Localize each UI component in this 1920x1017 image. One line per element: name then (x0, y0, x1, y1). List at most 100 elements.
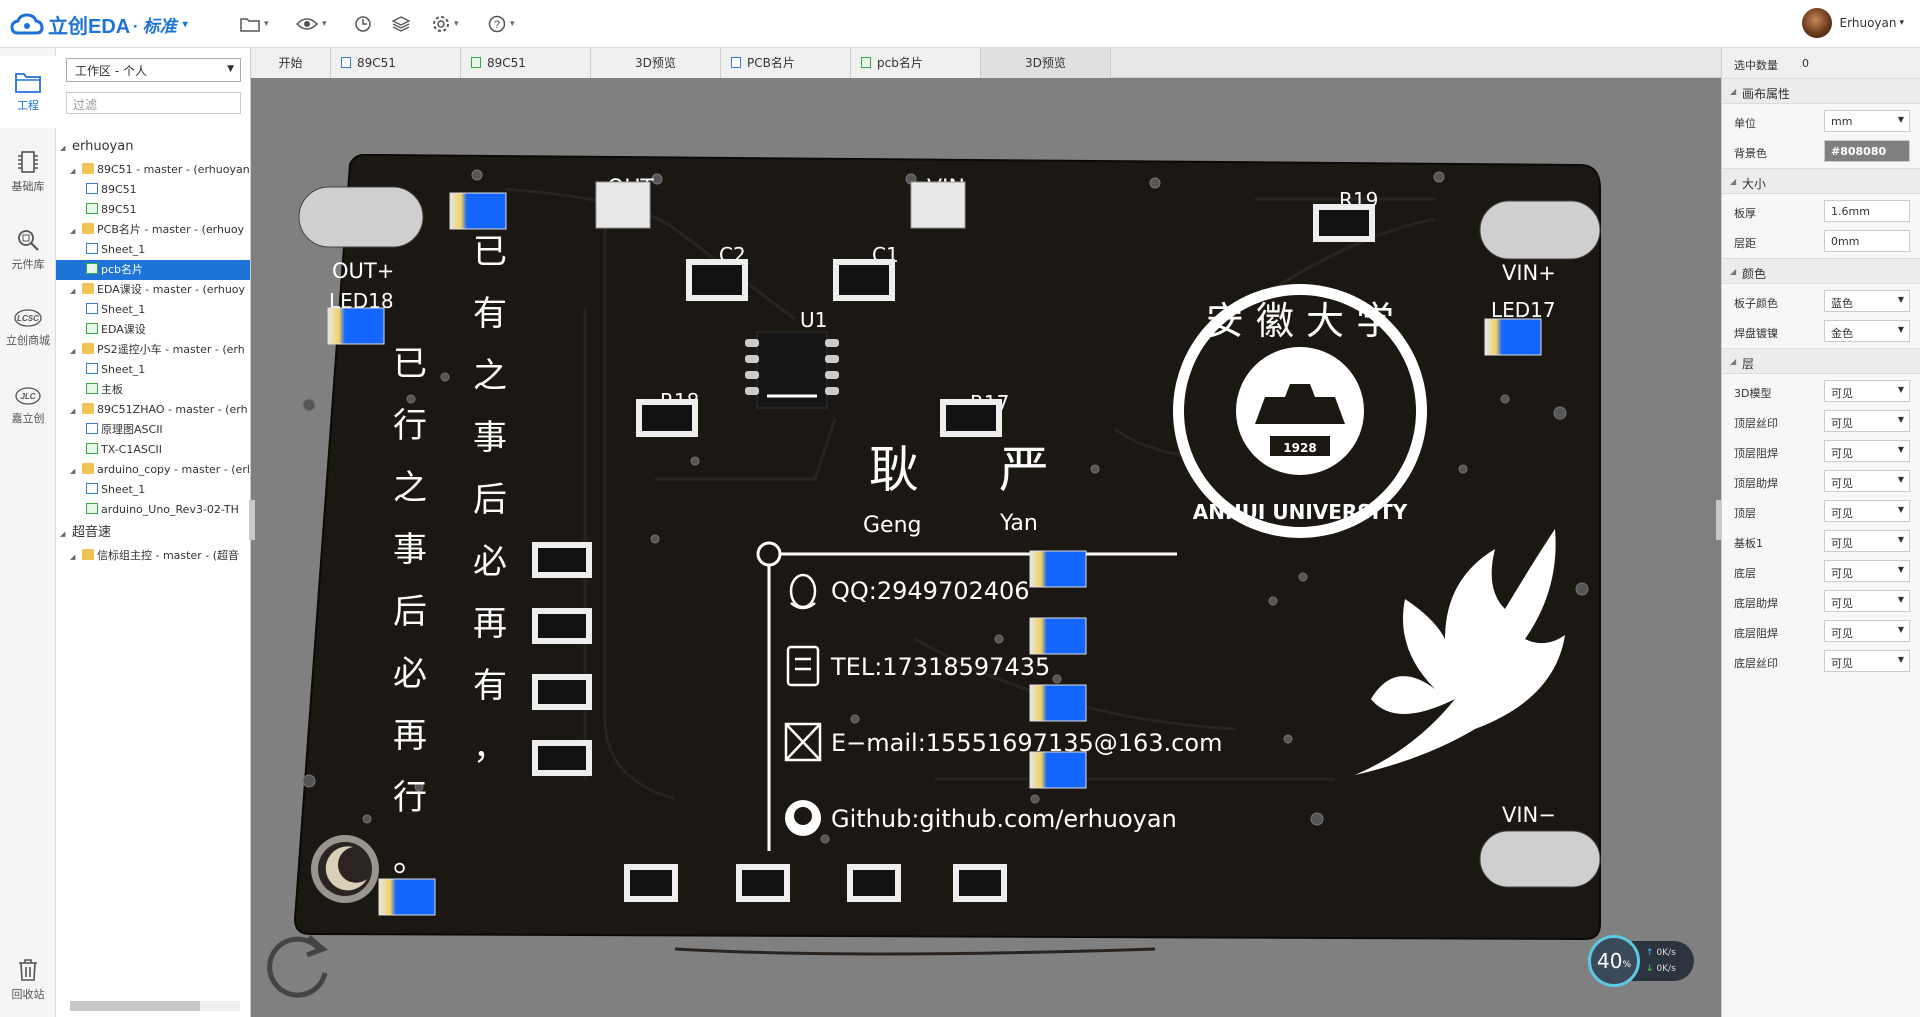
bg-color-swatch[interactable]: #808080 (1824, 140, 1910, 162)
tab-label: 89C51 (357, 56, 396, 70)
nav-component-lib[interactable]: 元件库 (0, 214, 56, 286)
collapse-triangle-icon[interactable]: ◢ (70, 341, 82, 360)
view-menu-button[interactable]: ▾ (296, 12, 327, 36)
board-color-label: 板子颜色 (1734, 297, 1778, 310)
tab-3[interactable]: 3D预览 (591, 48, 721, 78)
layers-header[interactable]: ◢ 层 (1722, 348, 1920, 374)
tree-item-label: EDA课设 - master - (erhuoy (97, 283, 246, 296)
folder-icon (82, 549, 94, 560)
tab-6[interactable]: 3D预览 (981, 48, 1111, 78)
tree-project-item[interactable]: ◢ PCB名片 - master - (erhuoy (56, 220, 250, 240)
nav-recycle-bin[interactable]: 回收站 (0, 944, 56, 1016)
tree-doc-item[interactable]: arduino_Uno_Rev3-02-TH (56, 500, 250, 520)
label-vin-plus: VIN+ (1502, 261, 1556, 285)
tab-4[interactable]: PCB名片 (721, 48, 851, 78)
rotate-icon (267, 935, 328, 998)
reset-view-button[interactable] (263, 927, 335, 1002)
collapse-triangle-icon[interactable]: ◢ (70, 161, 82, 180)
label-out-plus: OUT+ (332, 259, 394, 283)
selected-count-row: 选中数量 0 (1722, 48, 1920, 78)
settings-menu-button[interactable]: ▾ (432, 12, 459, 36)
pcb-icon (86, 383, 98, 394)
email-text: E−mail:15551697135@163.com (831, 729, 1222, 757)
tree-scrollbar[interactable] (70, 1001, 240, 1011)
tab-label: pcb名片 (877, 56, 923, 70)
tree-doc-item[interactable]: EDA课设 (56, 320, 250, 340)
tree-project-item[interactable]: ◢ 89C51 - master - (erhuoyan (56, 160, 250, 180)
unit-select[interactable]: mm ▼ (1824, 110, 1910, 132)
layer-visibility-select[interactable]: 可见 ▼ (1824, 500, 1910, 522)
tree-project-item[interactable]: ◢ 89C51ZHAO - master - (erh (56, 400, 250, 420)
tree-root-item[interactable]: ◢ erhuoyan (56, 134, 250, 160)
color-header[interactable]: ◢ 颜色 (1722, 258, 1920, 284)
user-menu[interactable]: Erhuoyan ▾ (1801, 8, 1904, 38)
layer-visibility-select[interactable]: 可见 ▼ (1824, 620, 1910, 642)
3d-preview-canvas[interactable]: OUT VIN OUT+ VIN+ VIN− LED18 LED17 C2 C1… (255, 79, 1717, 1017)
layer-row: 底层丝印 可见 ▼ (1722, 646, 1920, 676)
workspace-select[interactable]: 工作区 - 个人 ▼ (66, 58, 241, 82)
tree-doc-item[interactable]: Sheet_1 (56, 480, 250, 500)
eye-icon (296, 18, 318, 30)
system-monitor-widget[interactable]: ↑ 0K/s ↓ 0K/s 40% (1588, 935, 1708, 987)
tree-doc-item[interactable]: 主板 (56, 380, 250, 400)
spacing-input[interactable]: 0mm (1824, 230, 1910, 252)
tree-doc-item[interactable]: 89C51 (56, 200, 250, 220)
tree-item-label: 原理图ASCII (101, 423, 163, 436)
vin-pad (910, 181, 966, 229)
collapse-triangle-icon[interactable]: ◢ (60, 521, 72, 546)
tree-doc-item[interactable]: TX-C1ASCII (56, 440, 250, 460)
tree-doc-item[interactable]: Sheet_1 (56, 240, 250, 260)
tree-item-label: Sheet_1 (101, 363, 146, 376)
thickness-input[interactable]: 1.6mm (1824, 200, 1910, 222)
layer-visibility-select[interactable]: 可见 ▼ (1824, 380, 1910, 402)
tree-project-item[interactable]: ◢ PS2遥控小车 - master - (erh (56, 340, 250, 360)
tree-project-item[interactable]: ◢ arduino_copy - master - (erl (56, 460, 250, 480)
tree-doc-item[interactable]: 89C51 (56, 180, 250, 200)
board-color-select[interactable]: 蓝色 ▼ (1824, 290, 1910, 312)
collapse-triangle-icon[interactable]: ◢ (70, 221, 82, 240)
layer-visibility-select[interactable]: 可见 ▼ (1824, 410, 1910, 432)
nav-project[interactable]: 工程 (0, 56, 56, 128)
tree-root-item[interactable]: ◢ 超音速 (56, 520, 250, 546)
size-header[interactable]: ◢ 大小 (1722, 168, 1920, 194)
nav-lcsc-mall[interactable]: LCSC 立创商城 (0, 292, 56, 364)
app-logo[interactable]: 立创EDA · 标准 ▾ (10, 10, 188, 39)
layer-visibility-select[interactable]: 可见 ▼ (1824, 560, 1910, 582)
canvas-props-header[interactable]: ◢ 画布属性 (1722, 78, 1920, 104)
help-menu-button[interactable]: ? ▾ (488, 12, 515, 36)
layer-visibility-select[interactable]: 可见 ▼ (1824, 530, 1910, 552)
layer-visibility-select[interactable]: 可见 ▼ (1824, 470, 1910, 492)
tree-doc-item[interactable]: pcb名片 (56, 260, 250, 280)
chevron-down-icon[interactable]: ▾ (183, 19, 188, 30)
tree-project-item[interactable]: ◢ EDA课设 - master - (erhuoy (56, 280, 250, 300)
file-menu-button[interactable]: ▾ (240, 12, 269, 36)
tab-2[interactable]: 89C51 (461, 48, 591, 78)
nav-basic-lib[interactable]: 基础库 (0, 136, 56, 208)
collapse-triangle-icon[interactable]: ◢ (70, 547, 82, 566)
layer-visibility-select[interactable]: 可见 ▼ (1824, 440, 1910, 462)
nav-jlc[interactable]: JLC 嘉立创 (0, 370, 56, 442)
pad-plating-select[interactable]: 金色 ▼ (1824, 320, 1910, 342)
tree-doc-item[interactable]: Sheet_1 (56, 360, 250, 380)
layer-visibility-select[interactable]: 可见 ▼ (1824, 650, 1910, 672)
collapse-triangle-icon[interactable]: ◢ (70, 281, 82, 300)
trash-icon (19, 959, 37, 981)
c1-cap (833, 259, 895, 301)
tab-1[interactable]: 89C51 (331, 48, 461, 78)
collapse-triangle-icon[interactable]: ◢ (70, 461, 82, 480)
tree-doc-item[interactable]: 原理图ASCII (56, 420, 250, 440)
layer-label: 顶层阻焊 (1734, 447, 1778, 460)
filter-input[interactable]: 过滤 (66, 92, 241, 114)
chevron-down-icon: ▼ (1897, 385, 1904, 394)
tree-project-item[interactable]: ◢ 信标组主控 - master - (超音 (56, 546, 250, 566)
tab-5[interactable]: pcb名片 (851, 48, 981, 78)
tree-doc-item[interactable]: Sheet_1 (56, 300, 250, 320)
layers-button[interactable] (392, 12, 410, 36)
collapse-triangle-icon[interactable]: ◢ (70, 401, 82, 420)
layer-visibility-select[interactable]: 可见 ▼ (1824, 590, 1910, 612)
collapse-triangle-icon[interactable]: ◢ (60, 135, 72, 160)
layer-visibility-value: 可见 (1831, 597, 1853, 610)
history-button[interactable] (354, 12, 372, 36)
tab-0[interactable]: 开始 (251, 48, 331, 78)
poem-right-char: 再 (473, 604, 507, 644)
